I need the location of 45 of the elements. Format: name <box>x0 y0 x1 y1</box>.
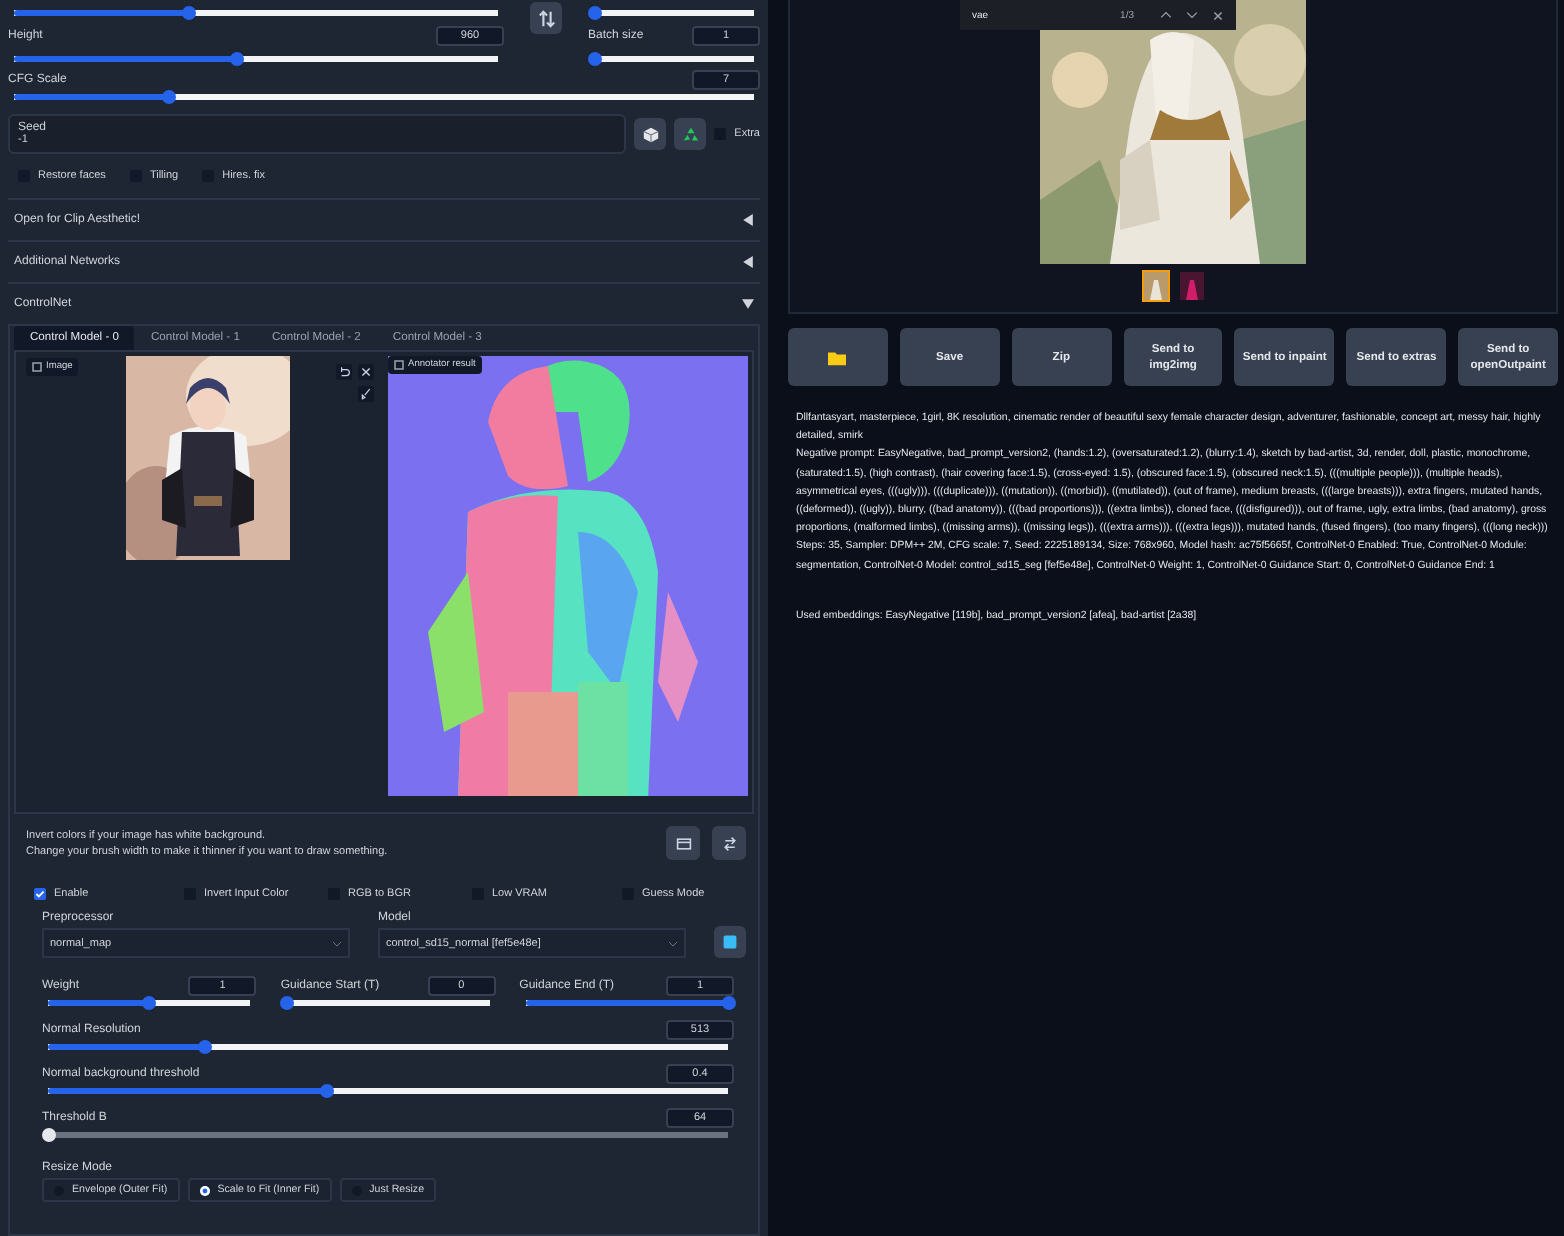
chevron-down-icon[interactable] <box>1186 10 1198 20</box>
chevron-down-icon <box>332 939 342 947</box>
swap-button[interactable] <box>712 826 746 860</box>
slider-thumb[interactable] <box>721 996 735 1010</box>
dice-icon <box>641 125 660 143</box>
dice-button[interactable] <box>634 118 667 150</box>
refresh-button[interactable] <box>714 926 746 958</box>
batch-size-slider[interactable] <box>594 52 754 66</box>
slider-thumb[interactable] <box>229 52 244 66</box>
undo-icon <box>338 366 350 378</box>
close-button[interactable] <box>358 364 374 380</box>
close-icon <box>360 366 372 378</box>
canvas-button[interactable] <box>666 826 700 860</box>
image-icon <box>32 362 42 372</box>
thumbnail[interactable] <box>1177 270 1205 302</box>
swap-arrows-icon <box>721 835 737 851</box>
swap-icon <box>537 9 555 27</box>
chevron-up-icon[interactable] <box>1160 10 1172 20</box>
recycle-button[interactable] <box>674 118 707 150</box>
slider[interactable] <box>286 996 490 1010</box>
undo-button[interactable] <box>336 364 352 380</box>
slider-thumb[interactable] <box>142 996 157 1010</box>
chevron-down-icon <box>668 939 678 947</box>
slider-thumb[interactable] <box>587 52 601 66</box>
radio-button[interactable] <box>199 1185 210 1195</box>
brush-icon <box>360 388 372 400</box>
slider-thumb[interactable] <box>181 6 196 20</box>
brush-button[interactable] <box>358 386 374 402</box>
slider-thumb[interactable] <box>162 90 177 104</box>
canvas-icon <box>675 835 691 851</box>
image-icon <box>394 360 404 370</box>
thumbnail[interactable] <box>1141 270 1169 302</box>
close-icon[interactable] <box>1212 9 1224 21</box>
slider-thumb[interactable] <box>319 1084 334 1098</box>
folder-icon <box>828 349 847 365</box>
triangle-down-icon <box>742 298 754 310</box>
triangle-left-icon <box>742 256 754 268</box>
batch-count-slider[interactable] <box>594 6 754 20</box>
swap-button[interactable] <box>530 2 562 34</box>
checkbox[interactable] <box>34 888 46 900</box>
slider-thumb[interactable] <box>197 1040 212 1054</box>
slider-thumb[interactable] <box>279 996 294 1010</box>
triangle-left-icon <box>742 214 754 226</box>
open-folder-button[interactable] <box>788 328 888 386</box>
slider-thumb[interactable] <box>587 6 601 20</box>
